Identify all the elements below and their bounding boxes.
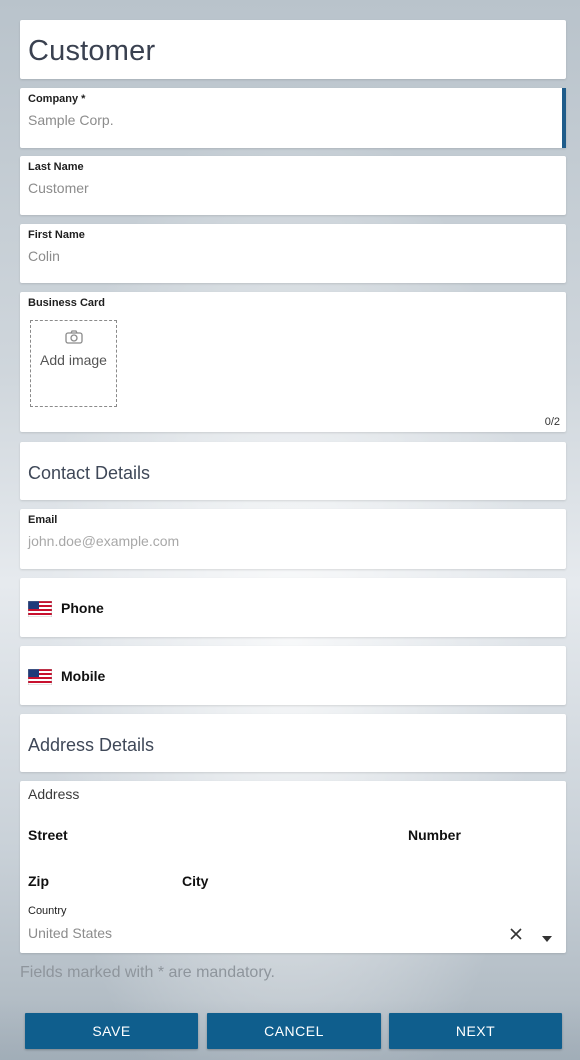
us-flag-icon[interactable] [27, 668, 53, 690]
address-field: Address Street Number Zip City Country U… [20, 781, 566, 953]
first-name-field[interactable]: First Name Colin [20, 224, 566, 283]
phone-field[interactable]: Phone [20, 578, 566, 637]
last-name-value[interactable]: Customer [28, 180, 89, 196]
add-image-button[interactable]: Add image [30, 320, 117, 407]
first-name-value[interactable]: Colin [28, 248, 60, 264]
next-button[interactable]: NEXT [389, 1013, 562, 1049]
email-placeholder[interactable]: john.doe@example.com [28, 533, 179, 549]
address-header: Address [28, 786, 80, 802]
contact-details-heading: Contact Details [28, 463, 151, 483]
mobile-field[interactable]: Mobile [20, 646, 566, 705]
country-label: Country [28, 905, 67, 917]
country-select[interactable]: United States [28, 925, 112, 941]
number-field[interactable]: Number [408, 827, 461, 843]
us-flag-icon[interactable] [27, 600, 53, 622]
mobile-label: Mobile [61, 668, 106, 684]
city-field[interactable]: City [182, 873, 208, 889]
email-label: Email [28, 514, 58, 526]
camera-icon [65, 330, 83, 349]
title-card: Customer [20, 20, 566, 79]
last-name-label: Last Name [28, 161, 84, 173]
mandatory-hint: Fields marked with * are mandatory. [20, 964, 275, 981]
business-card-field: Business Card Add image 0/2 [20, 292, 566, 432]
address-details-heading: Address Details [28, 735, 155, 755]
last-name-field[interactable]: Last Name Customer [20, 156, 566, 215]
active-field-indicator [562, 88, 566, 148]
zip-field[interactable]: Zip [28, 873, 49, 889]
address-details-section: Address Details [20, 714, 566, 772]
caret-down-icon[interactable] [542, 929, 552, 947]
page-title: Customer [28, 35, 156, 67]
company-field[interactable]: Company * Sample Corp. [20, 88, 566, 148]
contact-details-section: Contact Details [20, 442, 566, 500]
company-value[interactable]: Sample Corp. [28, 112, 114, 128]
street-field[interactable]: Street [28, 827, 68, 843]
save-button[interactable]: SAVE [25, 1013, 198, 1049]
add-image-label: Add image [40, 352, 107, 368]
close-icon[interactable] [510, 927, 522, 945]
email-field[interactable]: Email john.doe@example.com [20, 509, 566, 569]
business-card-label: Business Card [28, 297, 106, 309]
phone-label: Phone [61, 600, 104, 616]
image-counter: 0/2 [544, 416, 560, 428]
cancel-button[interactable]: CANCEL [207, 1013, 381, 1049]
company-label: Company * [28, 93, 86, 105]
first-name-label: First Name [28, 229, 85, 241]
